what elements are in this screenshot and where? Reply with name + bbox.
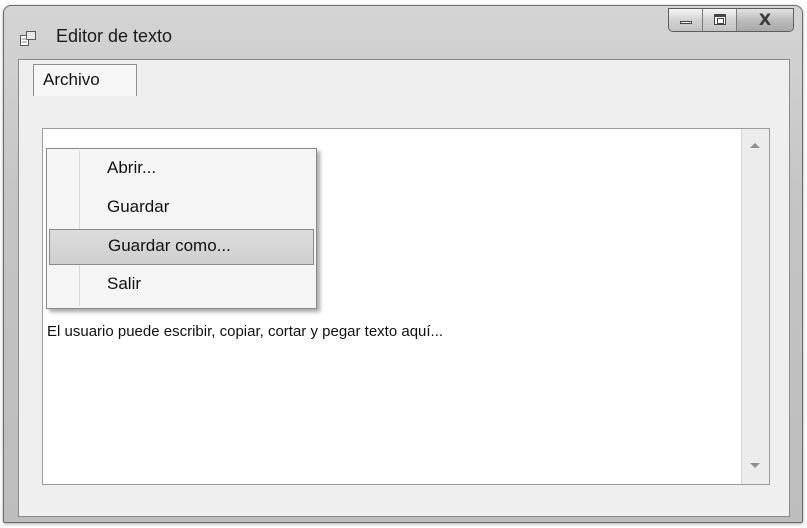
close-button[interactable]: X: [737, 9, 793, 31]
scroll-down-arrow-icon[interactable]: [750, 463, 760, 468]
window-title: Editor de texto: [56, 26, 173, 46]
scroll-up-arrow-icon[interactable]: [750, 143, 760, 148]
menu-item-guardar[interactable]: Guardar: [49, 191, 314, 227]
menu-bar: Archivo: [19, 60, 789, 96]
menu-item-salir[interactable]: Salir: [49, 268, 314, 304]
menu-item-abrir[interactable]: Abrir...: [49, 152, 314, 188]
editor-text: El usuario puede escribir, copiar, corta…: [47, 323, 444, 340]
close-icon: X: [758, 10, 772, 29]
maximize-icon: [714, 14, 726, 25]
window-controls: X: [668, 8, 794, 32]
minimize-icon: [680, 21, 692, 24]
minimize-button[interactable]: [669, 9, 703, 31]
window-app-icon: [20, 31, 36, 46]
menu-item-guardar-como[interactable]: Guardar como...: [49, 229, 314, 265]
main-window: Editor de texto X Archivo El usuario pue…: [3, 5, 803, 523]
maximize-button[interactable]: [703, 9, 737, 31]
vertical-scrollbar[interactable]: [741, 129, 769, 484]
archivo-dropdown-menu: Abrir... Guardar Guardar como... Salir: [46, 148, 317, 309]
menu-archivo[interactable]: Archivo: [33, 64, 137, 96]
client-area: Archivo El usuario puede escribir, copia…: [18, 59, 790, 517]
title-bar[interactable]: Editor de texto X: [4, 6, 802, 54]
